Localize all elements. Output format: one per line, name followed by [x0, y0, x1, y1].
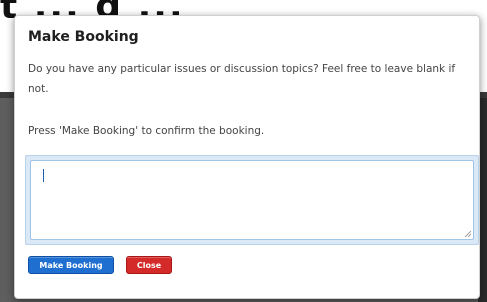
dialog-title: Make Booking — [28, 29, 139, 45]
topics-textarea-focus-ring — [25, 155, 479, 245]
resize-grip-icon[interactable] — [464, 230, 471, 237]
topics-textarea[interactable] — [30, 160, 474, 240]
close-button[interactable]: Close — [126, 256, 172, 274]
text-caret — [43, 169, 44, 182]
dialog-instruction-text: Press 'Make Booking' to confirm the book… — [28, 125, 265, 137]
dialog-prompt-text: Do you have any particular issues or dis… — [28, 63, 456, 95]
make-booking-button[interactable]: Make Booking — [28, 256, 114, 274]
make-booking-dialog: Make Booking Do you have any particular … — [14, 15, 480, 299]
